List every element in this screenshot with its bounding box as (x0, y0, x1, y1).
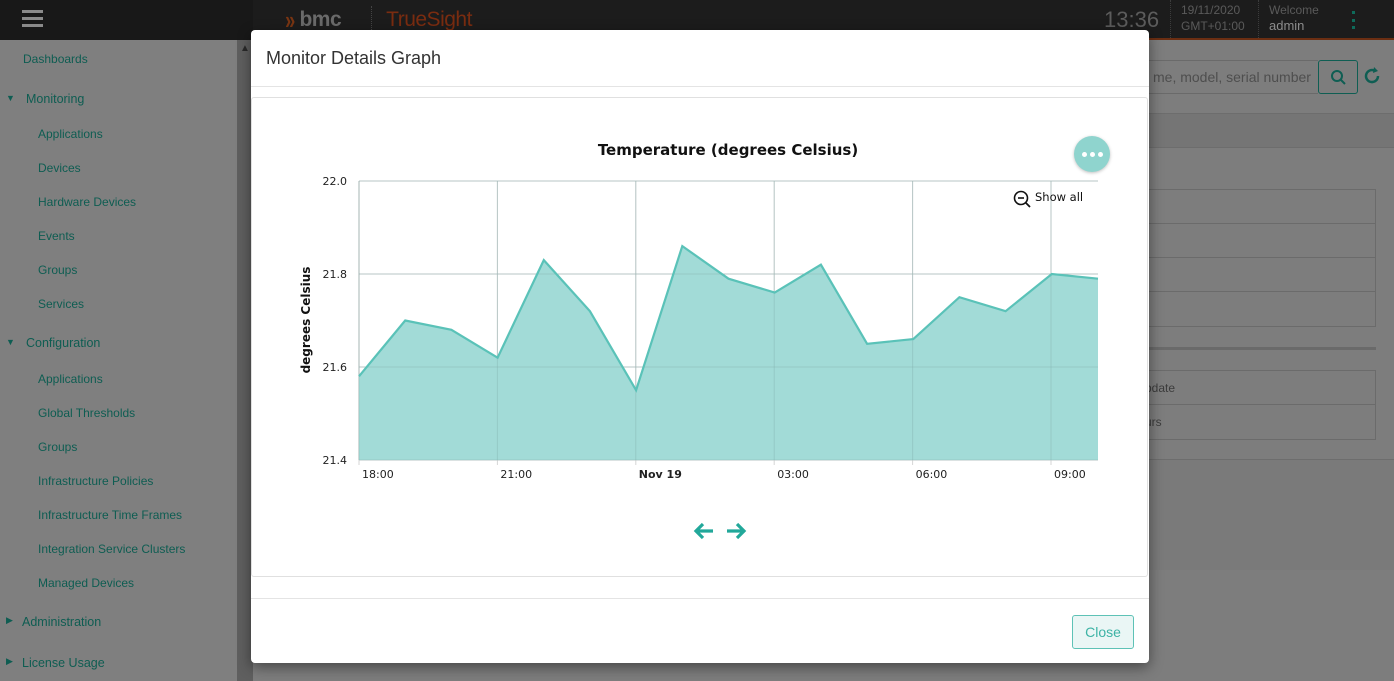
zoom-out-icon (1013, 190, 1031, 208)
caret-down-icon[interactable]: ▼ (6, 337, 15, 347)
user-box[interactable]: Welcome admin (1258, 0, 1329, 40)
brand-name: bmc (299, 8, 342, 31)
table-row (1141, 224, 1375, 258)
sidebar-item-devices[interactable]: Devices (38, 161, 81, 175)
modal-header: Monitor Details Graph (251, 30, 1149, 87)
sidebar-item-monitoring-groups[interactable]: Groups (38, 263, 77, 277)
chart-menu-button[interactable] (1074, 136, 1110, 172)
background-panel (1140, 460, 1394, 570)
sidebar-item-events[interactable]: Events (38, 229, 75, 243)
data-point[interactable] (357, 374, 361, 378)
arrow-left-icon[interactable] (693, 521, 715, 541)
data-point[interactable] (1096, 277, 1100, 281)
caret-down-icon[interactable]: ▼ (6, 93, 15, 103)
data-point[interactable] (819, 263, 823, 267)
monitor-details-modal: Monitor Details Graph 21.4 21.6 21.8 22.0 1… (251, 30, 1149, 663)
sidebar-item-config-groups[interactable]: Groups (38, 440, 77, 454)
chart-card: 21.4 21.6 21.8 22.0 18:00 21:00 Nov 19 03:00 06… (251, 97, 1148, 577)
table-row: pdate (1141, 371, 1375, 405)
data-point[interactable] (1004, 309, 1008, 313)
background-table: pdate urs (1140, 370, 1376, 440)
background-divider (1140, 147, 1394, 148)
hamburger-menu-icon[interactable] (22, 10, 43, 28)
search-icon (1331, 70, 1346, 85)
y-tick-label: 21.4 (323, 454, 348, 467)
chart-navigation (693, 521, 747, 541)
background-band (1140, 113, 1394, 147)
y-tick-labels: 21.4 21.6 21.8 22.0 (323, 175, 348, 467)
top-bar-left (0, 0, 253, 40)
data-point[interactable] (449, 328, 453, 332)
data-point[interactable] (403, 319, 407, 323)
table-row (1141, 190, 1375, 224)
dot-icon (1081, 151, 1087, 157)
dot-icon (1089, 151, 1095, 157)
timezone: GMT+01:00 (1181, 19, 1245, 33)
x-tick-label: 06:00 (916, 468, 948, 481)
search-input[interactable]: me, model, serial number (1140, 60, 1318, 94)
current-date: 19/11/2020 (1181, 3, 1241, 17)
modal-footer: Close (251, 598, 1149, 663)
data-point[interactable] (496, 356, 500, 360)
chart-title: Temperature (degrees Celsius) (598, 141, 858, 159)
close-button[interactable]: Close (1072, 615, 1134, 649)
data-point[interactable] (680, 244, 684, 248)
modal-title: Monitor Details Graph (266, 48, 442, 68)
temperature-chart: 21.4 21.6 21.8 22.0 18:00 21:00 Nov 19 03:00 06… (299, 141, 1100, 481)
y-tick-label: 21.6 (323, 361, 348, 374)
dot-icon (1097, 151, 1103, 157)
show-all-label: Show all (1035, 190, 1083, 204)
x-tick-label: 03:00 (777, 468, 809, 481)
sidebar-item-managed-devices[interactable]: Managed Devices (38, 576, 134, 590)
x-tick-label: 09:00 (1054, 468, 1086, 481)
product-name: TrueSight (386, 8, 472, 31)
sidebar-item-config-applications[interactable]: Applications (38, 372, 103, 386)
x-tick-labels: 18:00 21:00 Nov 19 03:00 06:00 09:00 (362, 468, 1086, 481)
caret-right-icon[interactable]: ▶ (6, 615, 13, 626)
data-point[interactable] (542, 258, 546, 262)
data-point[interactable] (634, 388, 638, 392)
y-tick-label: 22.0 (323, 175, 348, 188)
sidebar-group-monitoring[interactable]: Monitoring (26, 92, 84, 106)
sidebar-item-integration-service-clusters[interactable]: Integration Service Clusters (38, 542, 185, 556)
sidebar-group-configuration[interactable]: Configuration (26, 336, 100, 350)
search-button[interactable] (1318, 60, 1358, 94)
y-axis-label: degrees Celsius (299, 267, 313, 374)
x-tick-label: 21:00 (500, 468, 532, 481)
show-all-button[interactable]: Show all (1013, 190, 1084, 208)
welcome-label: Welcome (1269, 3, 1319, 17)
arrow-right-icon[interactable] (725, 521, 747, 541)
data-point[interactable] (773, 291, 777, 295)
data-point[interactable] (727, 277, 731, 281)
sidebar-item-services[interactable]: Services (38, 297, 84, 311)
x-tick-label: 18:00 (362, 468, 394, 481)
data-point[interactable] (588, 309, 592, 313)
background-table (1140, 189, 1376, 327)
data-point[interactable] (865, 342, 869, 346)
data-point[interactable] (957, 295, 961, 299)
table-row: urs (1145, 415, 1162, 429)
sidebar: Dashboards ▼ Monitoring Applications Dev… (0, 40, 237, 681)
sidebar-item-infrastructure-policies[interactable]: Infrastructure Policies (38, 474, 153, 488)
sidebar-item-global-thresholds[interactable]: Global Thresholds (38, 406, 135, 420)
y-tick-label: 21.8 (323, 268, 348, 281)
sidebar-item-dashboards[interactable]: Dashboards (23, 52, 88, 66)
sidebar-group-administration[interactable]: Administration (22, 615, 101, 629)
data-point[interactable] (1050, 272, 1054, 276)
background-divider (1140, 347, 1376, 350)
data-point[interactable] (911, 337, 915, 341)
more-options-icon[interactable] (1347, 11, 1359, 29)
caret-right-icon[interactable]: ▶ (6, 656, 13, 667)
date-box: 19/11/2020 GMT+01:00 (1170, 0, 1255, 40)
sidebar-item-monitoring-applications[interactable]: Applications (38, 127, 103, 141)
sidebar-group-license-usage[interactable]: License Usage (22, 656, 105, 670)
table-row (1141, 258, 1375, 292)
sidebar-item-infrastructure-time-frames[interactable]: Infrastructure Time Frames (38, 508, 182, 522)
table-row (1141, 292, 1375, 326)
refresh-icon[interactable] (1362, 66, 1382, 86)
username: admin (1269, 18, 1305, 33)
sidebar-item-hardware-devices[interactable]: Hardware Devices (38, 195, 136, 209)
x-tick-label: Nov 19 (639, 468, 682, 481)
